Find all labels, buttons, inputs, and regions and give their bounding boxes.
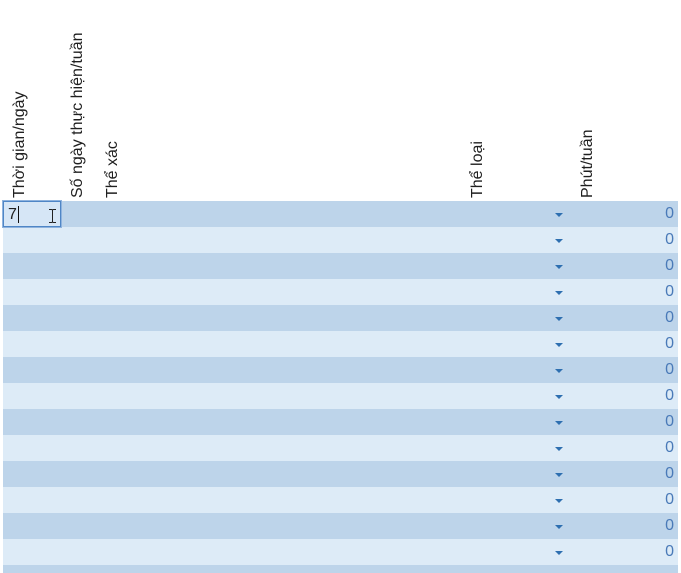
active-cell-value: 7 xyxy=(8,206,17,223)
dropdown-arrow-icon[interactable] xyxy=(555,239,563,243)
header-label-thoi-gian: Thời gian/ngày xyxy=(11,91,28,198)
minutes-per-week-value[interactable]: 0 xyxy=(665,282,674,302)
text-cursor-icon xyxy=(49,209,56,223)
spreadsheet: Thời gian/ngày Số ngày thực hiện/tuần Th… xyxy=(0,0,681,573)
table-row-partial xyxy=(3,565,678,573)
dropdown-arrow-icon[interactable] xyxy=(555,317,563,321)
table-row[interactable]: 0 xyxy=(3,513,678,539)
dropdown-arrow-icon[interactable] xyxy=(555,551,563,555)
minutes-per-week-value[interactable]: 0 xyxy=(665,516,674,536)
dropdown-arrow-icon[interactable] xyxy=(555,395,563,399)
table-row[interactable]: 0 xyxy=(3,461,678,487)
minutes-per-week-value[interactable]: 0 xyxy=(665,438,674,458)
table-row[interactable]: 0 xyxy=(3,409,678,435)
table-row[interactable]: 0 xyxy=(3,227,678,253)
minutes-per-week-value[interactable]: 0 xyxy=(665,412,674,432)
dropdown-arrow-icon[interactable] xyxy=(555,421,563,425)
minutes-per-week-value[interactable]: 0 xyxy=(665,256,674,276)
table-row[interactable]: 0 xyxy=(3,305,678,331)
table-row[interactable]: 0 xyxy=(3,253,678,279)
header-label-phut-tuan: Phút/tuần xyxy=(579,129,596,199)
minutes-per-week-value[interactable]: 0 xyxy=(665,204,674,224)
table-row[interactable]: 0 xyxy=(3,383,678,409)
table-row[interactable]: 0 xyxy=(3,201,678,227)
text-caret xyxy=(18,206,19,223)
dropdown-arrow-icon[interactable] xyxy=(555,447,563,451)
header-thoi-gian-ngay[interactable]: Thời gian/ngày xyxy=(8,2,32,198)
header-the-xac[interactable]: Thể xác xyxy=(101,2,125,198)
dropdown-arrow-icon[interactable] xyxy=(555,525,563,529)
header-row: Thời gian/ngày Số ngày thực hiện/tuần Th… xyxy=(0,0,681,200)
table-row[interactable]: 0 xyxy=(3,539,678,565)
table-row[interactable]: 0 xyxy=(3,435,678,461)
dropdown-arrow-icon[interactable] xyxy=(555,369,563,373)
table-body: 0 0 0 0 0 0 0 0 0 0 0 0 0 0 xyxy=(3,201,678,565)
table-row[interactable]: 0 xyxy=(3,357,678,383)
header-the-loai[interactable]: Thể loại xyxy=(466,2,490,198)
minutes-per-week-value[interactable]: 0 xyxy=(665,490,674,510)
minutes-per-week-value[interactable]: 0 xyxy=(665,464,674,484)
dropdown-arrow-icon[interactable] xyxy=(555,213,563,217)
dropdown-arrow-icon[interactable] xyxy=(555,473,563,477)
table-row[interactable]: 0 xyxy=(3,331,678,357)
minutes-per-week-value[interactable]: 0 xyxy=(665,230,674,250)
header-label-so-ngay: Số ngày thực hiện/tuần xyxy=(69,32,86,199)
active-cell-input[interactable]: 7 xyxy=(3,201,61,227)
minutes-per-week-value[interactable]: 0 xyxy=(665,334,674,354)
dropdown-arrow-icon[interactable] xyxy=(555,265,563,269)
table-row[interactable]: 0 xyxy=(3,487,678,513)
minutes-per-week-value[interactable]: 0 xyxy=(665,360,674,380)
table-row[interactable]: 0 xyxy=(3,279,678,305)
header-so-ngay[interactable]: Số ngày thực hiện/tuần xyxy=(66,2,90,199)
dropdown-arrow-icon[interactable] xyxy=(555,291,563,295)
minutes-per-week-value[interactable]: 0 xyxy=(665,542,674,562)
header-label-the-loai: Thể loại xyxy=(469,141,486,198)
minutes-per-week-value[interactable]: 0 xyxy=(665,386,674,406)
header-phut-tuan[interactable]: Phút/tuần xyxy=(576,2,600,199)
dropdown-arrow-icon[interactable] xyxy=(555,499,563,503)
minutes-per-week-value[interactable]: 0 xyxy=(665,308,674,328)
dropdown-arrow-icon[interactable] xyxy=(555,343,563,347)
header-label-the-xac: Thể xác xyxy=(104,141,121,198)
